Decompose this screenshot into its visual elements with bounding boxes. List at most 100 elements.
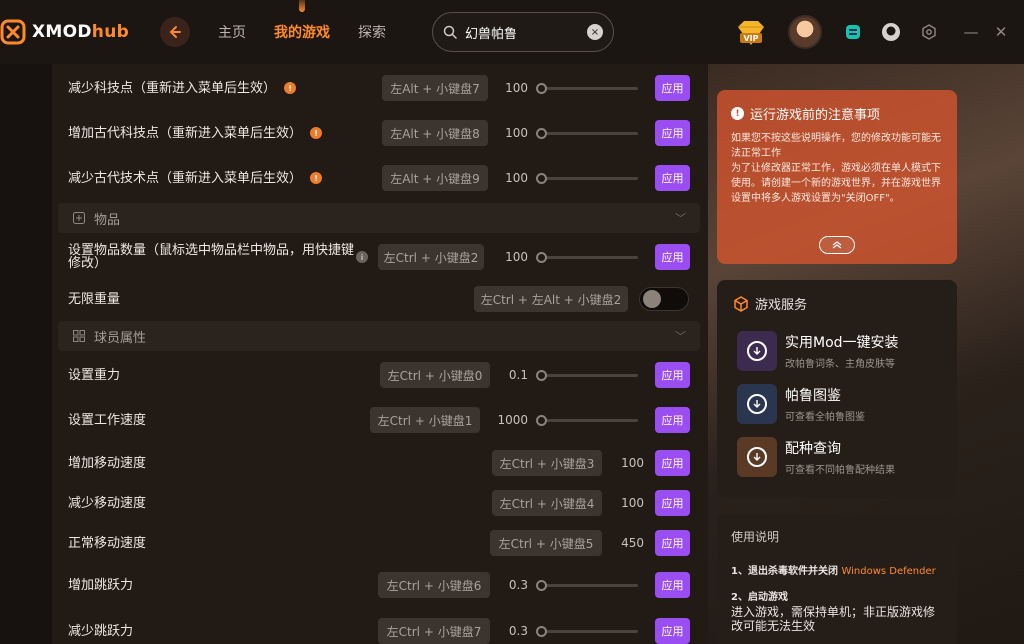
- service-name: 配种查询: [785, 441, 841, 457]
- hotkey-button[interactable]: 左Ctrl + 小键盘3: [492, 450, 602, 476]
- search-box[interactable]: ×: [432, 12, 614, 52]
- apply-button[interactable]: 应用: [655, 244, 690, 270]
- value-slider[interactable]: [536, 625, 638, 637]
- cheat-value: 0.3: [508, 578, 528, 592]
- settings-icon[interactable]: [918, 21, 940, 43]
- infinite-weight-toggle[interactable]: [639, 287, 689, 311]
- warning-icon[interactable]: !: [310, 127, 323, 139]
- cheat-label: 减少科技点（重新进入菜单后生效）: [68, 80, 277, 96]
- alert-icon: !: [731, 107, 744, 120]
- apply-button[interactable]: 应用: [655, 450, 690, 476]
- logo-text-main: XMOD: [32, 22, 92, 42]
- hotkey-button[interactable]: 左Ctrl + 小键盘0: [380, 362, 490, 388]
- toolbox-icon[interactable]: [842, 21, 864, 43]
- cheat-value: 100: [505, 126, 528, 140]
- hotkey-button[interactable]: 左Ctrl + 小键盘2: [378, 244, 484, 270]
- value-slider[interactable]: [536, 172, 638, 184]
- hotkey-button[interactable]: 左Ctrl + 小键盘5: [490, 530, 602, 556]
- apply-button[interactable]: 应用: [655, 407, 690, 433]
- apply-button[interactable]: 应用: [655, 120, 690, 146]
- cheat-label: 正常移动速度: [68, 535, 147, 551]
- usage-step-2: 2、启动游戏: [731, 592, 788, 603]
- apply-button[interactable]: 应用: [655, 362, 690, 388]
- section-items-header[interactable]: 物品 ﹀: [58, 203, 700, 233]
- value-slider[interactable]: [536, 82, 638, 94]
- download-icon: [747, 447, 767, 467]
- cheat-row: 设置重力 左Ctrl + 小键盘0 0.1 应用: [52, 354, 708, 396]
- svg-text:VIP: VIP: [743, 34, 758, 43]
- nav-home[interactable]: 主页: [218, 22, 246, 42]
- chevron-up-icon: [832, 241, 842, 249]
- back-button[interactable]: [160, 17, 190, 47]
- value-slider[interactable]: [536, 579, 638, 591]
- value-slider[interactable]: [536, 369, 638, 381]
- cheat-value: 100: [621, 496, 644, 510]
- cheat-row: 无限重量 左Ctrl + 左Alt + 小键盘2: [52, 278, 708, 320]
- hotkey-button[interactable]: 左Alt + 小键盘7: [382, 75, 488, 101]
- cheat-row: 减少古代技术点（重新进入菜单后生效） ! 左Alt + 小键盘9 100 应用: [52, 157, 708, 199]
- warning-icon[interactable]: !: [284, 82, 297, 94]
- cheat-row: 设置物品数量（鼠标选中物品栏中物品，用快捷键修改） i 左Ctrl + 小键盘2…: [52, 236, 708, 278]
- service-name: 帕鲁图鉴: [785, 388, 841, 404]
- section-title: 物品: [94, 212, 121, 228]
- cheat-row: 增加跳跃力 左Ctrl + 小键盘6 0.3 应用: [52, 564, 708, 606]
- cheat-value: 1000: [497, 413, 528, 427]
- search-input[interactable]: [465, 24, 575, 40]
- apply-button[interactable]: 应用: [655, 618, 690, 644]
- minimize-icon[interactable]: —: [956, 17, 986, 47]
- notice-title: 运行游戏前的注意事项: [750, 108, 881, 123]
- nav-my-games[interactable]: 我的游戏: [274, 0, 330, 42]
- game-services-card: 游戏服务 实用Mod一键安装 改帕鲁词条、主角皮肤等 帕鲁图鉴 可查看全帕鲁图鉴: [717, 280, 957, 498]
- hotkey-button[interactable]: 左Ctrl + 小键盘1: [370, 407, 480, 433]
- app-logo[interactable]: XMODhub: [0, 19, 150, 45]
- warning-icon[interactable]: !: [310, 172, 323, 184]
- nav-explore[interactable]: 探索: [358, 22, 386, 42]
- cube-icon: [734, 295, 748, 312]
- apply-button[interactable]: 应用: [655, 530, 690, 556]
- apply-button[interactable]: 应用: [655, 75, 690, 101]
- apply-button[interactable]: 应用: [655, 572, 690, 598]
- hotkey-button[interactable]: 左Ctrl + 小键盘4: [492, 490, 602, 516]
- cheat-row: 正常移动速度 左Ctrl + 小键盘5 450 应用: [52, 522, 708, 564]
- usage-step-2-desc: 进入游戏，需保持单机；非正版游戏修改可能无法生效: [731, 605, 936, 633]
- hotkey-button[interactable]: 左Ctrl + 左Alt + 小键盘2: [474, 286, 628, 312]
- apply-button[interactable]: 应用: [655, 165, 690, 191]
- cheat-value: 0.1: [508, 368, 528, 382]
- hotkey-button[interactable]: 左Alt + 小键盘9: [382, 165, 488, 191]
- cheat-row: 减少科技点（重新进入菜单后生效） ! 左Alt + 小键盘7 100 应用: [52, 67, 708, 109]
- support-icon[interactable]: [880, 21, 902, 43]
- cheat-value: 100: [621, 456, 644, 470]
- value-slider[interactable]: [536, 251, 638, 263]
- cheat-list: 减少科技点（重新进入菜单后生效） ! 左Alt + 小键盘7 100 应用 增加…: [52, 64, 708, 644]
- service-pal-dex[interactable]: 帕鲁图鉴 可查看全帕鲁图鉴: [737, 383, 947, 425]
- user-avatar[interactable]: [788, 15, 822, 49]
- cheat-row: 减少跳跃力 左Ctrl + 小键盘7 0.3 应用: [52, 610, 708, 644]
- hotkey-button[interactable]: 左Alt + 小键盘8: [382, 120, 488, 146]
- service-subtitle: 可查看不同帕鲁配种结果: [785, 465, 895, 476]
- hotkey-button[interactable]: 左Ctrl + 小键盘6: [378, 572, 490, 598]
- apply-button[interactable]: 应用: [655, 490, 690, 516]
- cheat-value: 100: [505, 250, 528, 264]
- service-breeding[interactable]: 配种查询 可查看不同帕鲁配种结果: [737, 436, 947, 478]
- cheat-label: 设置重力: [68, 367, 121, 383]
- cheat-value: 0.3: [508, 624, 528, 638]
- collapse-notice-button[interactable]: [819, 236, 855, 254]
- grid-icon: [72, 329, 86, 343]
- cheat-label: 无限重量: [68, 291, 121, 307]
- main-nav: 主页 我的游戏 探索: [218, 0, 386, 42]
- section-title: 球员属性: [94, 330, 147, 346]
- cheat-value: 100: [505, 81, 528, 95]
- hotkey-button[interactable]: 左Ctrl + 小键盘7: [378, 618, 490, 644]
- cheat-label: 设置工作速度: [68, 412, 147, 428]
- vip-badge-icon[interactable]: VIP: [734, 15, 768, 49]
- service-mod-install[interactable]: 实用Mod一键安装 改帕鲁词条、主角皮肤等: [737, 330, 947, 372]
- notice-text-1: 如果您不按这些说明操作，您的修改功能可能无法正常工作: [731, 133, 941, 159]
- plus-square-icon: [72, 211, 86, 225]
- value-slider[interactable]: [536, 127, 638, 139]
- value-slider[interactable]: [536, 414, 638, 426]
- clear-search-button[interactable]: ×: [587, 24, 603, 40]
- section-player-header[interactable]: 球员属性 ﹀: [58, 321, 700, 351]
- top-right-controls: VIP — ✕: [734, 0, 1024, 64]
- info-icon[interactable]: i: [356, 251, 368, 263]
- close-window-icon[interactable]: ✕: [986, 17, 1016, 47]
